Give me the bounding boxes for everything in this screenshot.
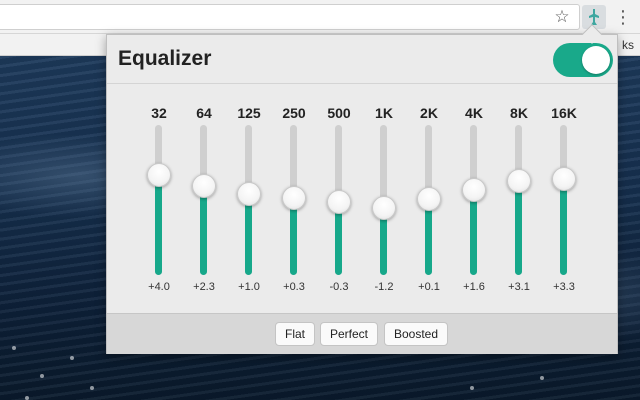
band-gain-value: -1.2 xyxy=(374,281,394,293)
band-frequency-label: 2K xyxy=(420,105,438,121)
water-sparkle xyxy=(40,374,44,378)
preset-flat-button[interactable]: Flat xyxy=(275,322,316,346)
band-slider[interactable] xyxy=(542,125,586,275)
slider-thumb[interactable] xyxy=(372,195,396,220)
equalizer-popup: Equalizer 32 +4.0 64 +2.3 125 +1.0 250 +… xyxy=(106,34,618,354)
slider-thumb[interactable] xyxy=(282,186,306,211)
band-32: 32 +4.0 xyxy=(137,95,181,305)
bookmark-item-label[interactable]: ks xyxy=(622,38,634,52)
slider-thumb[interactable] xyxy=(192,173,216,198)
band-gain-value: +3.3 xyxy=(553,281,575,293)
band-500: 500 -0.3 xyxy=(317,95,361,305)
band-frequency-label: 1K xyxy=(375,105,393,121)
band-16k: 16K +3.3 xyxy=(542,95,586,305)
band-250: 250 +0.3 xyxy=(272,95,316,305)
band-gain-value: +0.1 xyxy=(418,281,440,293)
band-slider[interactable] xyxy=(227,125,271,275)
band-frequency-label: 64 xyxy=(196,105,212,121)
water-sparkle xyxy=(25,396,29,400)
band-slider[interactable] xyxy=(362,125,406,275)
vertical-dots-menu-icon[interactable]: ⋮ xyxy=(614,6,632,28)
band-frequency-label: 500 xyxy=(327,105,351,121)
band-gain-value: +1.6 xyxy=(463,281,485,293)
band-slider[interactable] xyxy=(137,125,181,275)
slider-thumb[interactable] xyxy=(147,163,171,187)
band-slider[interactable] xyxy=(497,125,541,275)
slider-fill xyxy=(245,193,252,275)
popup-title: Equalizer xyxy=(118,47,212,70)
star-icon[interactable]: ☆ xyxy=(553,8,571,26)
slider-fill xyxy=(515,180,522,275)
band-slider[interactable] xyxy=(317,125,361,275)
divider xyxy=(107,83,617,84)
band-gain-value: +1.0 xyxy=(238,281,260,293)
band-slider[interactable] xyxy=(452,125,496,275)
band-2k: 2K +0.1 xyxy=(407,95,451,305)
water-sparkle xyxy=(12,346,16,350)
band-frequency-label: 8K xyxy=(510,105,528,121)
water-sparkle xyxy=(470,386,474,390)
water-sparkle xyxy=(540,376,544,380)
band-4k: 4K +1.6 xyxy=(452,95,496,305)
slider-thumb[interactable] xyxy=(417,187,441,212)
presets-bar: Flat Perfect Boosted xyxy=(107,313,617,354)
preset-perfect-button[interactable]: Perfect xyxy=(320,322,379,346)
band-1k: 1K -1.2 xyxy=(362,95,406,305)
preset-boosted-button[interactable]: Boosted xyxy=(384,322,449,346)
band-64: 64 +2.3 xyxy=(182,95,226,305)
slider-thumb[interactable] xyxy=(327,189,351,214)
slider-thumb[interactable] xyxy=(552,167,576,192)
band-slider[interactable] xyxy=(182,125,226,275)
slider-thumb[interactable] xyxy=(462,178,486,202)
toggle-knob xyxy=(582,46,610,74)
band-8k: 8K +3.1 xyxy=(497,95,541,305)
band-frequency-label: 250 xyxy=(282,105,306,121)
band-frequency-label: 16K xyxy=(551,105,577,121)
band-frequency-label: 32 xyxy=(151,105,167,121)
slider-fill xyxy=(560,179,567,275)
slider-fill xyxy=(200,185,207,275)
band-gain-value: +3.1 xyxy=(508,281,530,293)
water-sparkle xyxy=(70,356,74,360)
band-frequency-label: 125 xyxy=(237,105,261,121)
band-gain-value: +2.3 xyxy=(193,281,215,293)
slider-fill xyxy=(470,190,477,275)
band-125: 125 +1.0 xyxy=(227,95,271,305)
address-bar[interactable] xyxy=(0,4,580,30)
band-gain-value: -0.3 xyxy=(329,281,349,293)
band-slider[interactable] xyxy=(272,125,316,275)
band-gain-value: +4.0 xyxy=(148,281,170,293)
water-sparkle xyxy=(90,386,94,390)
slider-thumb[interactable] xyxy=(507,168,531,193)
equalizer-enable-toggle[interactable] xyxy=(553,43,613,77)
band-slider[interactable] xyxy=(407,125,451,275)
band-sliders: 32 +4.0 64 +2.3 125 +1.0 250 +0.3 500 -0… xyxy=(137,95,607,305)
browser-toolbar: ☆ ⋮ xyxy=(0,0,640,34)
band-gain-value: +0.3 xyxy=(283,281,305,293)
slider-fill xyxy=(155,175,162,275)
slider-thumb[interactable] xyxy=(237,181,261,206)
band-frequency-label: 4K xyxy=(465,105,483,121)
